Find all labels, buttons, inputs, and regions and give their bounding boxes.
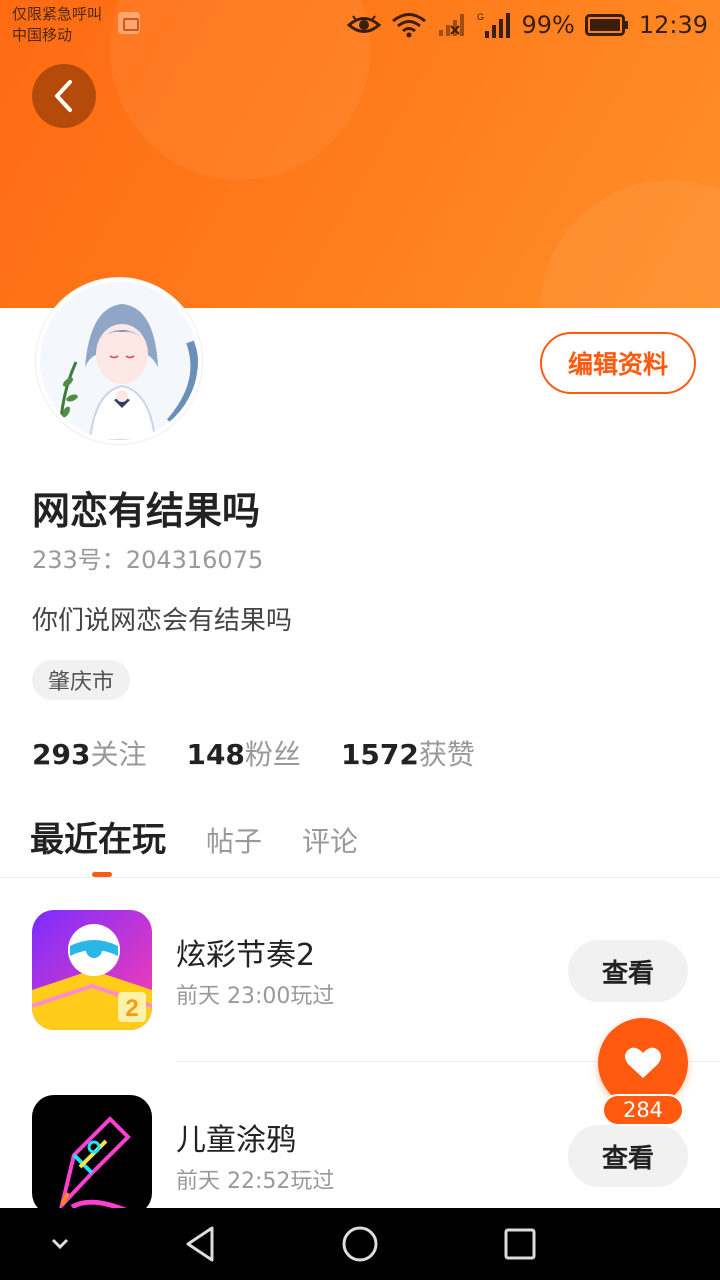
- stat-label: 关注: [90, 738, 147, 771]
- back-triangle-icon: [186, 1226, 214, 1262]
- battery-percent: 99%: [521, 11, 575, 39]
- clock: 12:39: [638, 11, 708, 39]
- recents-square-icon: [504, 1228, 536, 1260]
- system-nav-bar: [0, 1208, 720, 1280]
- stat-number: 293: [32, 738, 91, 771]
- stat-likes[interactable]: 1572获赞: [341, 733, 475, 773]
- home-circle-icon: [342, 1226, 378, 1262]
- profile-stats: 293关注 148粉丝 1572获赞: [32, 733, 475, 773]
- profile-tabs: 最近在玩 帖子 评论: [30, 812, 358, 861]
- game-name: 儿童涂鸦: [176, 1123, 296, 1158]
- game-played-time: 前天 23:00玩过: [176, 984, 335, 1009]
- avatar-image: [40, 282, 198, 440]
- no-signal-icon: [439, 14, 465, 36]
- banner-decoration: [540, 180, 720, 308]
- tab-posts[interactable]: 帖子: [206, 820, 262, 860]
- stat-label: 获赞: [418, 738, 475, 771]
- game-icon: 2: [32, 910, 152, 1030]
- back-button[interactable]: [32, 64, 96, 128]
- like-count: 284: [602, 1094, 684, 1126]
- signal-icon: G: [477, 12, 511, 38]
- view-button[interactable]: 查看: [568, 1125, 688, 1187]
- down-chevron-icon: [51, 1238, 69, 1250]
- chevron-left-icon: [55, 80, 72, 112]
- stat-number: 148: [186, 738, 245, 771]
- game-played-time: 前天 22:52玩过: [176, 1169, 335, 1194]
- carrier-line-1: 仅限紧急呼叫: [12, 5, 103, 23]
- stat-number: 1572: [340, 738, 419, 771]
- divider: [0, 877, 720, 878]
- battery-icon: [584, 14, 628, 36]
- nav-collapse-button[interactable]: [40, 1224, 80, 1264]
- game-icon-badge: 2: [125, 995, 138, 1022]
- nav-home-button[interactable]: [340, 1224, 380, 1264]
- wifi-icon: [392, 13, 427, 38]
- edit-profile-button[interactable]: 编辑资料: [540, 332, 696, 394]
- tab-recently-played[interactable]: 最近在玩: [30, 812, 166, 861]
- profile-name: 网恋有结果吗: [32, 489, 261, 533]
- location-tag: 肇庆市: [32, 660, 131, 700]
- game-icon: [32, 1095, 152, 1215]
- message-icon: [118, 12, 140, 34]
- carrier-info: 仅限紧急呼叫 中国移动: [12, 4, 102, 46]
- list-item[interactable]: 2 炫彩节奏2 前天 23:00玩过 查看: [0, 910, 720, 1040]
- heart-icon: [625, 1047, 661, 1078]
- profile-uid: 233号：204316075: [32, 546, 264, 574]
- stat-label: 粉丝: [244, 738, 301, 771]
- carrier-line-2: 中国移动: [12, 26, 73, 44]
- svg-text:G: G: [477, 12, 484, 22]
- status-bar: 仅限紧急呼叫 中国移动 G 99% 12:39: [0, 0, 720, 50]
- status-right: G 99% 12:39: [347, 8, 708, 42]
- stat-followers[interactable]: 148粉丝: [186, 733, 300, 773]
- stat-following[interactable]: 293关注: [32, 733, 146, 773]
- view-button[interactable]: 查看: [568, 940, 688, 1002]
- tab-comments[interactable]: 评论: [302, 820, 358, 860]
- profile-bio: 你们说网恋会有结果吗: [32, 606, 293, 636]
- game-name: 炫彩节奏2: [176, 938, 316, 973]
- eye-icon: [347, 15, 382, 33]
- nav-recents-button[interactable]: [500, 1224, 540, 1264]
- avatar[interactable]: [36, 278, 202, 444]
- nav-back-button[interactable]: [180, 1224, 220, 1264]
